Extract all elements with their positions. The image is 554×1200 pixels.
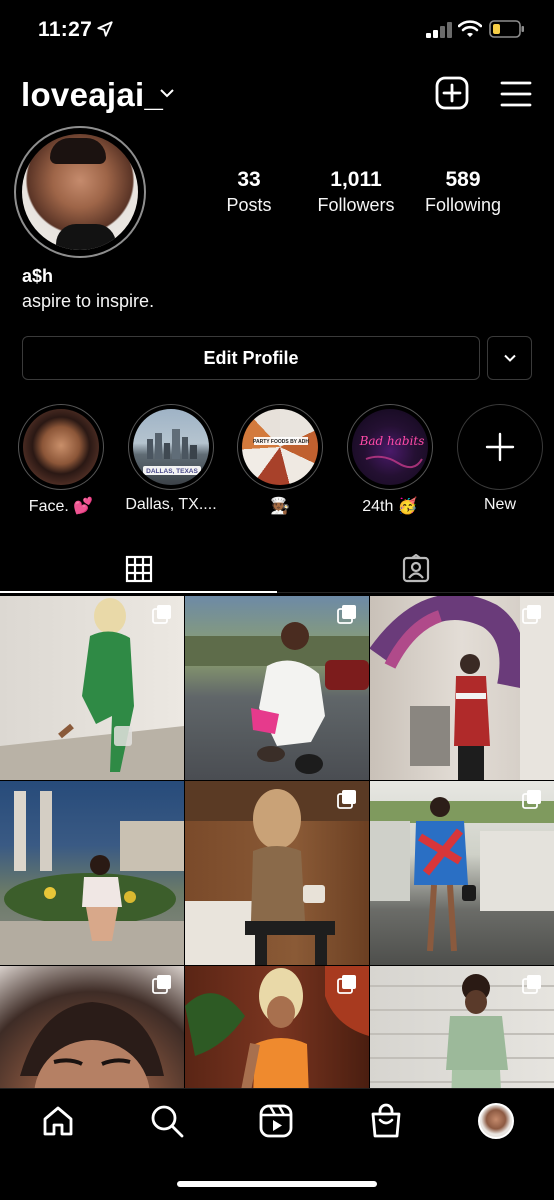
tagged-person-icon (402, 554, 429, 583)
active-tab-indicator (0, 591, 277, 593)
highlight-chef[interactable]: PARTY FOODS BY ADH 🧑🏾‍🍳 (230, 404, 330, 516)
dallas-sticker-text: DALLAS, TEXAS (146, 468, 198, 475)
location-arrow-icon (97, 21, 113, 37)
followers-count: 1,011 (330, 168, 382, 191)
stat-following[interactable]: 589 Following (403, 168, 523, 216)
carousel-icon (337, 605, 356, 624)
username-title[interactable]: loveajai_ (21, 76, 163, 114)
posts-count: 33 (237, 168, 261, 191)
home-indicator (177, 1181, 377, 1187)
highlight-label: 24th 🥳 (362, 498, 418, 515)
carousel-icon (522, 975, 541, 994)
stat-posts[interactable]: 33 Posts (189, 168, 309, 216)
edit-profile-button[interactable]: Edit Profile (22, 336, 480, 380)
profile-avatar-tab[interactable] (478, 1103, 514, 1139)
highlight-neon-cover: Bad habits (352, 409, 428, 485)
grid-icon (125, 555, 152, 583)
stat-followers[interactable]: 1,011 Followers (296, 168, 416, 216)
following-label: Following (424, 195, 502, 215)
following-count: 589 (445, 168, 481, 191)
battery-icon (489, 20, 524, 38)
neon-sign-text: Bad habits (359, 434, 425, 448)
discover-people-button[interactable] (487, 336, 532, 380)
status-time: 11:27 (38, 18, 93, 41)
carousel-icon (152, 975, 171, 994)
posts-grid (0, 596, 554, 1150)
highlight-label: 🧑🏾‍🍳 (270, 498, 290, 515)
profile-header: loveajai_ (0, 70, 554, 120)
create-post-button[interactable] (435, 76, 469, 110)
highlight-face[interactable]: Face. 💕 (11, 404, 111, 516)
avatar-photo (22, 134, 138, 250)
chevron-down-icon (503, 354, 516, 362)
chevron-down-icon[interactable] (158, 84, 176, 102)
posts-label: Posts (226, 195, 272, 215)
hamburger-menu-icon[interactable] (498, 78, 534, 110)
grid-tab[interactable] (0, 545, 277, 593)
highlight-face-cover (23, 409, 99, 485)
highlight-food-cover: PARTY FOODS BY ADH (242, 409, 318, 485)
highlight-dallas[interactable]: DALLAS, TEXAS Dallas, TX.... (121, 404, 221, 514)
bio-text: aspire to inspire. (22, 291, 155, 311)
carousel-icon (522, 790, 541, 809)
tagged-tab[interactable] (277, 545, 554, 593)
highlight-dallas-cover: DALLAS, TEXAS (133, 409, 209, 485)
display-name: a$h (22, 266, 54, 286)
followers-label: Followers (317, 195, 395, 215)
highlight-label: New (483, 496, 516, 513)
profile-avatar[interactable] (14, 126, 146, 258)
wifi-icon (458, 20, 482, 37)
carousel-icon (337, 790, 356, 809)
highlight-new[interactable]: New (450, 404, 550, 514)
highlight-label: Face. 💕 (28, 498, 94, 515)
status-bar: 11:27 (0, 0, 554, 60)
carousel-icon (522, 605, 541, 624)
plus-icon (485, 432, 515, 462)
reels-icon[interactable] (258, 1103, 294, 1139)
carousel-icon (337, 975, 356, 994)
signal-icon (426, 22, 452, 38)
party-foods-text: PARTY FOODS BY ADH (253, 439, 309, 445)
post-tile[interactable] (0, 781, 184, 965)
search-icon[interactable] (149, 1103, 185, 1139)
tab-divider (277, 592, 554, 593)
highlight-24th[interactable]: Bad habits 24th 🥳 (340, 404, 440, 516)
shop-icon[interactable] (368, 1103, 404, 1139)
home-icon[interactable] (40, 1103, 76, 1139)
highlight-label: Dallas, TX.... (125, 496, 217, 513)
carousel-icon (152, 605, 171, 624)
